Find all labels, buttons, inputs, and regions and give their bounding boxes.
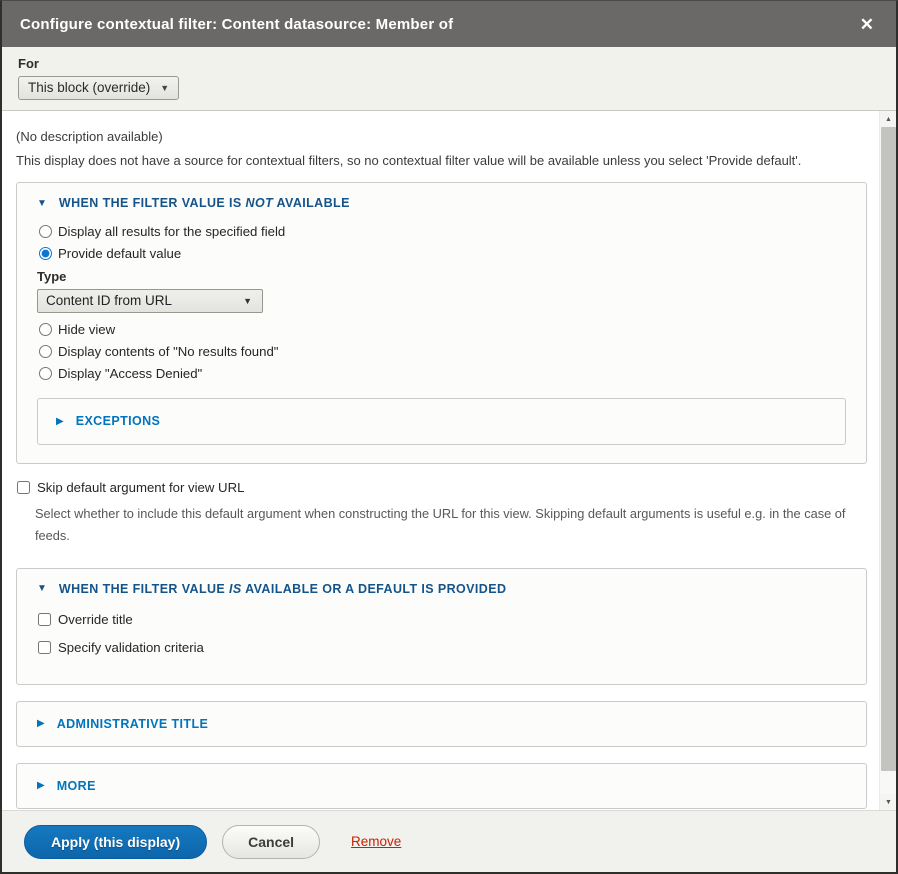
- triangle-right-icon: ▶: [56, 416, 64, 427]
- triangle-down-icon: ▼: [37, 198, 47, 209]
- close-icon[interactable]: ✕: [856, 14, 878, 35]
- scroll-down-icon[interactable]: ▼: [880, 794, 896, 810]
- fieldset-administrative-title-toggle[interactable]: ▶ ADMINISTRATIVE TITLE: [37, 717, 846, 731]
- remove-link[interactable]: Remove: [351, 834, 401, 849]
- radio-hide-view[interactable]: [39, 323, 52, 336]
- triangle-right-icon: ▶: [37, 780, 45, 791]
- specify-validation-row: Specify validation criteria: [37, 640, 846, 655]
- skip-default-row: Skip default argument for view URL: [17, 480, 867, 495]
- fieldset-not-available-title: WHEN THE FILTER VALUE IS NOT AVAILABLE: [59, 196, 350, 210]
- specify-validation-checkbox[interactable]: [38, 641, 51, 654]
- fieldset-is-available-toggle[interactable]: ▼ WHEN THE FILTER VALUE IS AVAILABLE OR …: [37, 582, 846, 596]
- radio-label[interactable]: Display "Access Denied": [58, 366, 202, 381]
- radio-row-display-all: Display all results for the specified fi…: [37, 224, 846, 239]
- for-display-select[interactable]: This block (override) ▼: [18, 76, 179, 100]
- radio-display-access-denied[interactable]: [39, 367, 52, 380]
- skip-default-description: Select whether to include this default a…: [35, 503, 865, 548]
- cancel-button[interactable]: Cancel: [222, 825, 320, 859]
- radio-label[interactable]: Display contents of "No results found": [58, 344, 278, 359]
- checkbox-label[interactable]: Specify validation criteria: [58, 640, 204, 655]
- dialog-footer: Apply (this display) Cancel Remove: [2, 810, 896, 872]
- fieldset-exceptions-toggle[interactable]: ▶ EXCEPTIONS: [56, 414, 827, 428]
- source-note-text: This display does not have a source for …: [16, 153, 867, 168]
- dialog-content: (No description available) This display …: [2, 111, 896, 810]
- fieldset-not-available-toggle[interactable]: ▼ WHEN THE FILTER VALUE IS NOT AVAILABLE: [37, 196, 846, 210]
- type-select[interactable]: Content ID from URL ▼: [37, 289, 263, 313]
- fieldset-more-title: MORE: [57, 779, 96, 793]
- dialog-titlebar: Configure contextual filter: Content dat…: [2, 1, 896, 47]
- fieldset-is-available: ▼ WHEN THE FILTER VALUE IS AVAILABLE OR …: [16, 568, 867, 685]
- radio-row-access-denied: Display "Access Denied": [37, 366, 846, 381]
- radio-row-provide-default: Provide default value: [37, 246, 846, 261]
- dialog-title: Configure contextual filter: Content dat…: [20, 16, 856, 33]
- radio-label[interactable]: Hide view: [58, 322, 115, 337]
- for-label: For: [18, 56, 880, 71]
- type-select-value: Content ID from URL: [46, 293, 172, 308]
- radio-display-all-results[interactable]: [39, 225, 52, 238]
- no-description-text: (No description available): [16, 129, 867, 144]
- override-title-checkbox[interactable]: [38, 613, 51, 626]
- vertical-scrollbar[interactable]: ▲ ▼: [879, 111, 896, 810]
- radio-provide-default-value[interactable]: [39, 247, 52, 260]
- fieldset-administrative-title: ▶ ADMINISTRATIVE TITLE: [16, 701, 867, 747]
- radio-row-no-results: Display contents of "No results found": [37, 344, 846, 359]
- skip-default-label[interactable]: Skip default argument for view URL: [37, 480, 244, 495]
- fieldset-exceptions: ▶ EXCEPTIONS: [37, 398, 846, 445]
- scrollbar-thumb[interactable]: [881, 127, 896, 771]
- override-title-row: Override title: [37, 612, 846, 627]
- triangle-right-icon: ▶: [37, 718, 45, 729]
- fieldset-more: ▶ MORE: [16, 763, 867, 809]
- checkbox-label[interactable]: Override title: [58, 612, 133, 627]
- radio-label[interactable]: Display all results for the specified fi…: [58, 224, 285, 239]
- apply-button[interactable]: Apply (this display): [24, 825, 207, 859]
- skip-default-checkbox[interactable]: [17, 481, 30, 494]
- scroll-up-icon[interactable]: ▲: [880, 111, 896, 127]
- fieldset-more-toggle[interactable]: ▶ MORE: [37, 779, 846, 793]
- chevron-down-icon: ▼: [243, 296, 252, 306]
- for-select-value: This block (override): [28, 80, 150, 95]
- chevron-down-icon: ▼: [160, 83, 169, 93]
- for-section: For This block (override) ▼: [2, 47, 896, 111]
- radio-row-hide-view: Hide view: [37, 322, 846, 337]
- radio-label[interactable]: Provide default value: [58, 246, 181, 261]
- fieldset-administrative-title-text: ADMINISTRATIVE TITLE: [57, 717, 209, 731]
- fieldset-is-available-title: WHEN THE FILTER VALUE IS AVAILABLE OR A …: [59, 582, 506, 596]
- triangle-down-icon: ▼: [37, 583, 47, 594]
- fieldset-not-available: ▼ WHEN THE FILTER VALUE IS NOT AVAILABLE…: [16, 182, 867, 464]
- radio-display-no-results[interactable]: [39, 345, 52, 358]
- configure-contextual-filter-dialog: Configure contextual filter: Content dat…: [0, 0, 898, 874]
- fieldset-exceptions-title: EXCEPTIONS: [76, 414, 161, 428]
- type-label: Type: [37, 269, 846, 284]
